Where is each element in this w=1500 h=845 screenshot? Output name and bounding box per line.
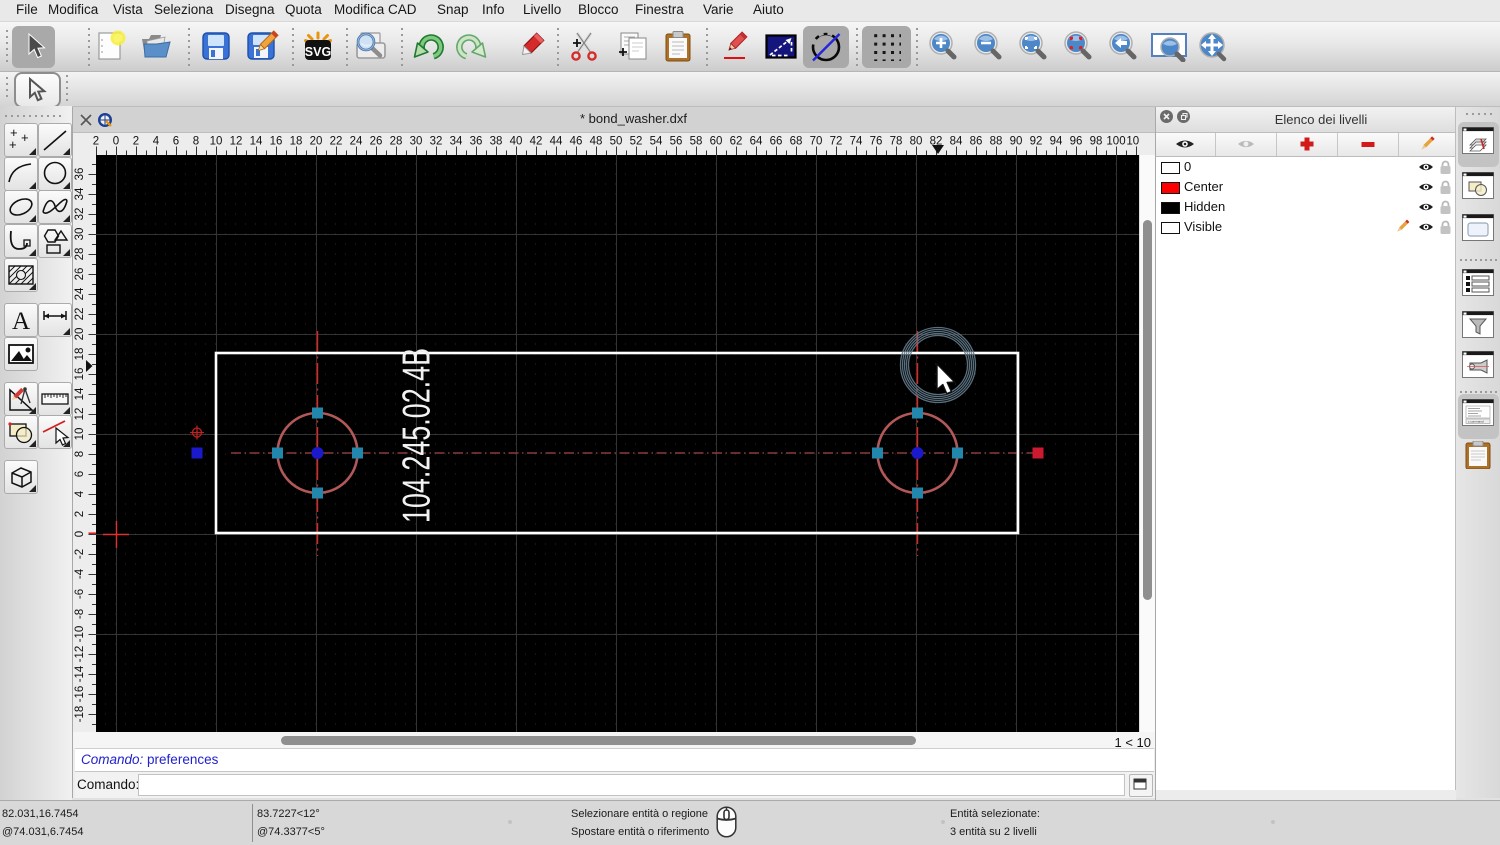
svg-text:-14: -14: [74, 665, 86, 682]
svg-text:20: 20: [310, 136, 323, 148]
svg-text:90: 90: [1010, 136, 1023, 148]
svg-text:-18: -18: [74, 706, 86, 723]
svg-text:104.245.02.4B: 104.245.02.4B: [396, 348, 439, 523]
svg-text:28: 28: [74, 248, 86, 261]
svg-text:44: 44: [550, 136, 563, 148]
svg-text:22: 22: [330, 136, 343, 148]
svg-text:30: 30: [410, 136, 423, 148]
svg-text:88: 88: [990, 136, 1003, 148]
svg-text:72: 72: [830, 136, 843, 148]
svg-text:16: 16: [270, 136, 283, 148]
svg-text:-12: -12: [74, 646, 86, 663]
svg-text:24: 24: [74, 287, 86, 300]
svg-text:48: 48: [590, 136, 603, 148]
svg-text:4: 4: [153, 136, 160, 148]
svg-text:16: 16: [74, 368, 86, 381]
svg-text:36: 36: [470, 136, 483, 148]
svg-text:26: 26: [370, 136, 383, 148]
svg-text:+: +: [21, 130, 29, 145]
svg-text:40: 40: [510, 136, 523, 148]
svg-text:100: 100: [1106, 136, 1125, 148]
svg-text:46: 46: [570, 136, 583, 148]
svg-text:80: 80: [910, 136, 923, 148]
svg-text:-6: -6: [74, 589, 86, 599]
svg-text:70: 70: [810, 136, 823, 148]
svg-text:76: 76: [870, 136, 883, 148]
svg-text:26: 26: [74, 268, 86, 281]
svg-text:10: 10: [74, 428, 86, 441]
svg-text:0: 0: [113, 136, 119, 148]
svg-text:18: 18: [290, 136, 303, 148]
svg-text:60: 60: [710, 136, 723, 148]
svg-text:64: 64: [750, 136, 763, 148]
svg-text:96: 96: [1070, 136, 1083, 148]
svg-text:30: 30: [74, 228, 86, 241]
svg-text:22: 22: [74, 308, 86, 321]
svg-text:SVG: SVG: [305, 45, 331, 59]
svg-text:+: +: [9, 137, 17, 152]
svg-text:92: 92: [1030, 136, 1043, 148]
svg-text:-16: -16: [74, 686, 86, 703]
svg-text:10: 10: [210, 136, 223, 148]
svg-text:c command: c command: [1468, 420, 1484, 424]
svg-text:58: 58: [690, 136, 703, 148]
svg-text:20: 20: [74, 328, 86, 341]
svg-text:-8: -8: [74, 609, 86, 619]
svg-text:6: 6: [173, 136, 179, 148]
svg-text:-4: -4: [74, 568, 86, 579]
svg-text:32: 32: [74, 208, 86, 221]
svg-text:54: 54: [650, 136, 663, 148]
svg-text:38: 38: [490, 136, 503, 148]
svg-text:0: 0: [74, 531, 86, 537]
svg-text:74: 74: [850, 136, 863, 148]
svg-text:14: 14: [74, 387, 86, 400]
svg-text:6: 6: [74, 471, 86, 477]
svg-text:8: 8: [74, 451, 86, 457]
svg-text:36: 36: [74, 168, 86, 181]
svg-text:8: 8: [193, 136, 199, 148]
svg-text:34: 34: [450, 136, 463, 148]
svg-text:102: 102: [1126, 136, 1139, 148]
svg-text:94: 94: [1050, 136, 1063, 148]
svg-text:34: 34: [74, 187, 86, 200]
svg-text:14: 14: [250, 136, 263, 148]
svg-text:68: 68: [790, 136, 803, 148]
svg-text:84: 84: [950, 136, 963, 148]
svg-text:A: A: [12, 308, 30, 335]
svg-text:52: 52: [630, 136, 643, 148]
svg-text:86: 86: [970, 136, 983, 148]
svg-text:32: 32: [430, 136, 443, 148]
svg-text:50: 50: [610, 136, 623, 148]
svg-text:62: 62: [730, 136, 743, 148]
svg-text:2: 2: [74, 511, 86, 517]
svg-text:4: 4: [74, 490, 86, 497]
svg-text:12: 12: [230, 136, 243, 148]
svg-text:24: 24: [350, 136, 363, 148]
svg-text:98: 98: [1090, 136, 1103, 148]
svg-text:-10: -10: [74, 626, 86, 643]
svg-text:-2: -2: [74, 549, 86, 559]
svg-text:66: 66: [770, 136, 783, 148]
svg-text:28: 28: [390, 136, 403, 148]
svg-text:2: 2: [93, 136, 99, 148]
svg-text:78: 78: [890, 136, 903, 148]
svg-text:42: 42: [530, 136, 543, 148]
svg-text:12: 12: [74, 408, 86, 421]
svg-text:18: 18: [74, 348, 86, 361]
svg-text:2: 2: [133, 136, 139, 148]
svg-text:56: 56: [670, 136, 683, 148]
